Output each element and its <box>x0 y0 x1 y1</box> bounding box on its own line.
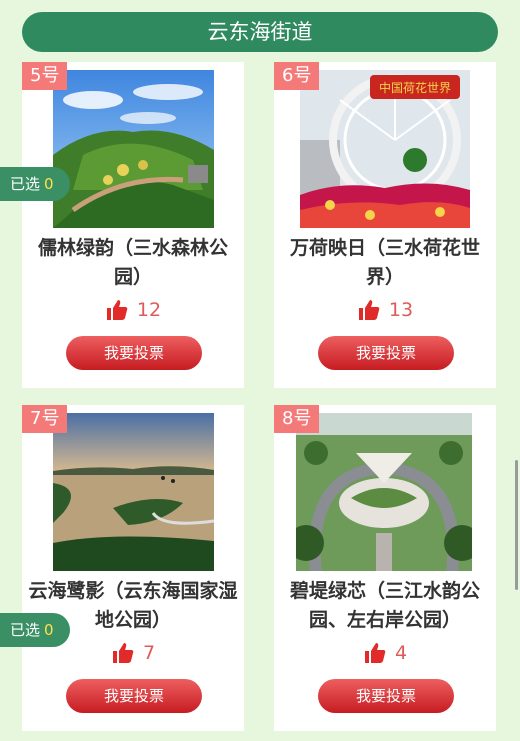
selected-label: 已选 <box>10 621 41 639</box>
vote-button[interactable]: 我要投票 <box>66 336 202 370</box>
candidate-title: 碧堤绿芯（三江水韵公园、左右岸公园） <box>289 580 480 631</box>
like-count: 7 <box>142 642 156 664</box>
candidate-photo: 中国荷花世界 <box>300 70 470 228</box>
candidate-number-tag: 6号 <box>274 62 320 90</box>
selected-count-badge[interactable]: 已选 0 <box>0 167 70 201</box>
candidate-card-5: 5号 儒林绿韵（三水森林公园） 12 我要投票 <box>22 62 244 388</box>
thumbs-up-icon[interactable] <box>363 641 387 665</box>
thumbs-up-icon[interactable] <box>357 298 381 322</box>
selected-count: 0 <box>44 621 54 639</box>
candidate-number-tag: 7号 <box>22 405 68 433</box>
like-count: 13 <box>388 299 414 321</box>
like-count-row: 4 <box>274 641 496 665</box>
candidate-card-8: 8号 碧堤绿芯（三江水韵公园、左右岸公园） 4 我要投票 <box>274 405 496 731</box>
candidate-card-6: 6号 中国荷花世界 万荷映日（三水荷花世界） 13 我要投票 <box>274 62 496 388</box>
thumbs-up-icon[interactable] <box>105 298 129 322</box>
candidate-photo <box>53 70 214 228</box>
vote-button[interactable]: 我要投票 <box>318 336 454 370</box>
section-header: 云东海街道 <box>22 12 498 52</box>
scrollbar[interactable] <box>515 460 518 590</box>
selected-count-badge[interactable]: 已选 0 <box>0 613 70 647</box>
candidate-title: 儒林绿韵（三水森林公园） <box>37 237 228 288</box>
candidate-title: 万荷映日（三水荷花世界） <box>289 237 480 288</box>
thumbs-up-icon[interactable] <box>111 641 135 665</box>
candidate-photo <box>296 413 472 571</box>
sign-text: 中国荷花世界 <box>379 80 451 95</box>
like-count: 4 <box>394 642 408 664</box>
selected-count: 0 <box>44 175 54 193</box>
vote-button[interactable]: 我要投票 <box>318 679 454 713</box>
candidate-number-tag: 5号 <box>22 62 68 90</box>
candidate-photo <box>53 413 214 571</box>
selected-label: 已选 <box>10 175 41 193</box>
vote-button[interactable]: 我要投票 <box>66 679 202 713</box>
like-count-row: 13 <box>274 298 496 322</box>
like-count-row: 12 <box>22 298 244 322</box>
like-count: 12 <box>136 299 162 321</box>
candidate-number-tag: 8号 <box>274 405 320 433</box>
candidate-card-7: 7号 云海鹭影（云东海国家湿地公园） 7 我要投票 <box>22 405 244 731</box>
